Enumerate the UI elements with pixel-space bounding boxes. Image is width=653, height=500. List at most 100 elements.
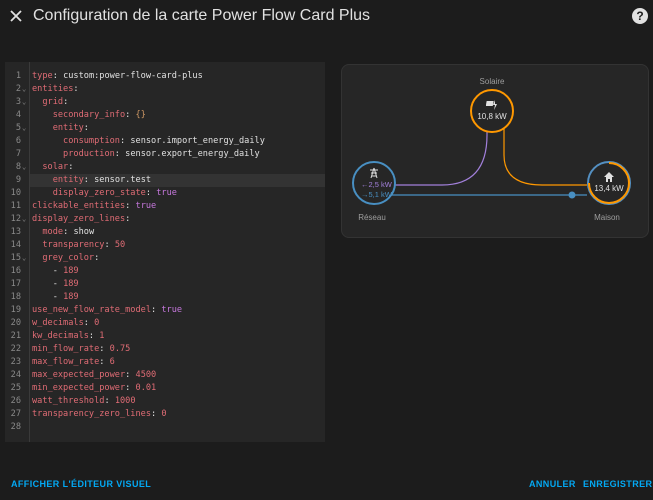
line-number: 8 (15, 162, 21, 172)
solar-power-icon (485, 98, 498, 110)
line-number: 9 (15, 175, 21, 185)
transmission-tower-icon (368, 166, 380, 179)
code-line[interactable]: 18 - 189 (5, 291, 325, 304)
code-line[interactable]: 19 use_new_flow_rate_model: true (5, 304, 325, 317)
code-line[interactable]: 17 - 189 (5, 278, 325, 291)
code-line[interactable]: 28 (5, 421, 325, 434)
line-number: 3 (15, 97, 21, 107)
line-number: 20 (10, 318, 21, 328)
code-text: max_flow_rate: 6 (32, 357, 115, 367)
code-text: - 189 (52, 266, 79, 276)
grid-export-value: →5,1 kW (361, 190, 392, 199)
line-number: 19 (10, 305, 21, 315)
home-consumption-ring (588, 162, 630, 204)
code-line[interactable]: 3 ⌄ grid: (5, 96, 325, 109)
code-text: display_zero_lines: (32, 214, 131, 224)
line-number: 18 (10, 292, 21, 302)
code-text: watt_threshold: 1000 (32, 396, 136, 406)
code-line[interactable]: 23 max_flow_rate: 6 (5, 356, 325, 369)
fold-chevron-icon[interactable]: ⌄ (22, 213, 26, 226)
line-number: 2 (15, 84, 21, 94)
code-text: entity: sensor.test (52, 175, 152, 185)
power-flow-card-preview[interactable]: Solaire 10,8 kW ←2,5 kW →5,1 kW Réseau 1… (341, 64, 649, 238)
line-number: 10 (10, 188, 21, 198)
line-number: 26 (10, 396, 21, 406)
code-line[interactable]: 11 clickable_entities: true (5, 200, 325, 213)
line-number: 25 (10, 383, 21, 393)
fold-chevron-icon[interactable]: ⌄ (22, 96, 26, 109)
code-text: solar: (42, 162, 74, 172)
code-text: production: sensor.export_energy_daily (63, 149, 260, 159)
code-text: grey_color: (42, 253, 100, 263)
code-line[interactable]: 24 max_expected_power: 4500 (5, 369, 325, 382)
code-line[interactable]: 8 ⌄ solar: (5, 161, 325, 174)
solar-value: 10,8 kW (477, 112, 507, 121)
code-text: - 189 (52, 292, 79, 302)
grid-node[interactable]: ←2,5 kW →5,1 kW (352, 161, 396, 205)
fold-chevron-icon[interactable]: ⌄ (22, 83, 26, 96)
home-node[interactable]: 13,4 kW (587, 161, 631, 205)
solar-home-flow-line (503, 127, 587, 186)
line-number: 28 (10, 422, 21, 432)
code-line[interactable]: 15 ⌄ grey_color: (5, 252, 325, 265)
save-button[interactable]: ENREGISTRER (583, 479, 652, 489)
show-visual-editor-button[interactable]: AFFICHER L'ÉDITEUR VISUEL (11, 479, 151, 489)
line-number: 15 (10, 253, 21, 263)
fold-chevron-icon[interactable]: ⌄ (22, 252, 26, 265)
home-label: Maison (594, 213, 620, 222)
line-number: 22 (10, 344, 21, 354)
line-number: 23 (10, 357, 21, 367)
code-line[interactable]: 4 secondary_info: {} (5, 109, 325, 122)
code-line[interactable]: 27 transparency_zero_lines: 0 (5, 408, 325, 421)
code-text: mode: show (42, 227, 95, 237)
code-text: entity: (52, 123, 89, 133)
code-line[interactable]: 26 watt_threshold: 1000 (5, 395, 325, 408)
grid-label: Réseau (358, 213, 386, 222)
code-line[interactable]: 9 entity: sensor.test (5, 174, 325, 187)
code-text: clickable_entities: true (32, 201, 157, 211)
code-line[interactable]: 16 - 189 (5, 265, 325, 278)
line-number: 6 (15, 136, 21, 146)
code-text: min_expected_power: 0.01 (32, 383, 157, 393)
code-text: secondary_info: {} (52, 110, 146, 120)
home-value: 13,4 kW (594, 184, 624, 193)
flow-dot (568, 191, 576, 199)
code-line[interactable]: 6 consumption: sensor.import_energy_dail… (5, 135, 325, 148)
line-number: 14 (10, 240, 21, 250)
code-line[interactable]: 5 ⌄ entity: (5, 122, 325, 135)
code-line[interactable]: 10 display_zero_state: true (5, 187, 325, 200)
code-line[interactable]: 25 min_expected_power: 0.01 (5, 382, 325, 395)
grid-import-value: ←2,5 kW (361, 180, 392, 189)
dialog-header: Configuration de la carte Power Flow Car… (0, 0, 653, 34)
line-number: 5 (15, 123, 21, 133)
solar-node[interactable]: 10,8 kW (470, 89, 514, 133)
dialog-title: Configuration de la carte Power Flow Car… (33, 7, 371, 24)
code-text: transparency_zero_lines: 0 (32, 409, 167, 419)
line-number: 27 (10, 409, 21, 419)
code-line[interactable]: 12 ⌄ display_zero_lines: (5, 213, 325, 226)
code-text: use_new_flow_rate_model: true (32, 305, 183, 315)
code-line[interactable]: 1 type: custom:power-flow-card-plus (5, 70, 325, 83)
code-text: - 189 (52, 279, 79, 289)
cancel-button[interactable]: ANNULER (529, 479, 576, 489)
code-text: grid: (42, 97, 69, 107)
line-number: 16 (10, 266, 21, 276)
code-line[interactable]: 21 kw_decimals: 1 (5, 330, 325, 343)
fold-chevron-icon[interactable]: ⌄ (22, 161, 26, 174)
code-line[interactable]: 13 mode: show (5, 226, 325, 239)
line-number: 13 (10, 227, 21, 237)
fold-chevron-icon[interactable]: ⌄ (22, 122, 26, 135)
code-text: min_flow_rate: 0.75 (32, 344, 131, 354)
line-number: 24 (10, 370, 21, 380)
home-icon (603, 170, 615, 182)
code-line[interactable]: 22 min_flow_rate: 0.75 (5, 343, 325, 356)
code-text: display_zero_state: true (52, 188, 177, 198)
grid-solar-flow-line (387, 127, 488, 186)
code-line[interactable]: 14 transparency: 50 (5, 239, 325, 252)
help-circle-icon[interactable]: ? (632, 8, 648, 24)
code-line[interactable]: 2 ⌄ entities: (5, 83, 325, 96)
yaml-code-editor[interactable]: 1 type: custom:power-flow-card-plus 2 ⌄ enti… (5, 62, 325, 442)
code-line[interactable]: 7 production: sensor.export_energy_daily (5, 148, 325, 161)
close-icon[interactable] (7, 7, 25, 25)
code-line[interactable]: 20 w_decimals: 0 (5, 317, 325, 330)
